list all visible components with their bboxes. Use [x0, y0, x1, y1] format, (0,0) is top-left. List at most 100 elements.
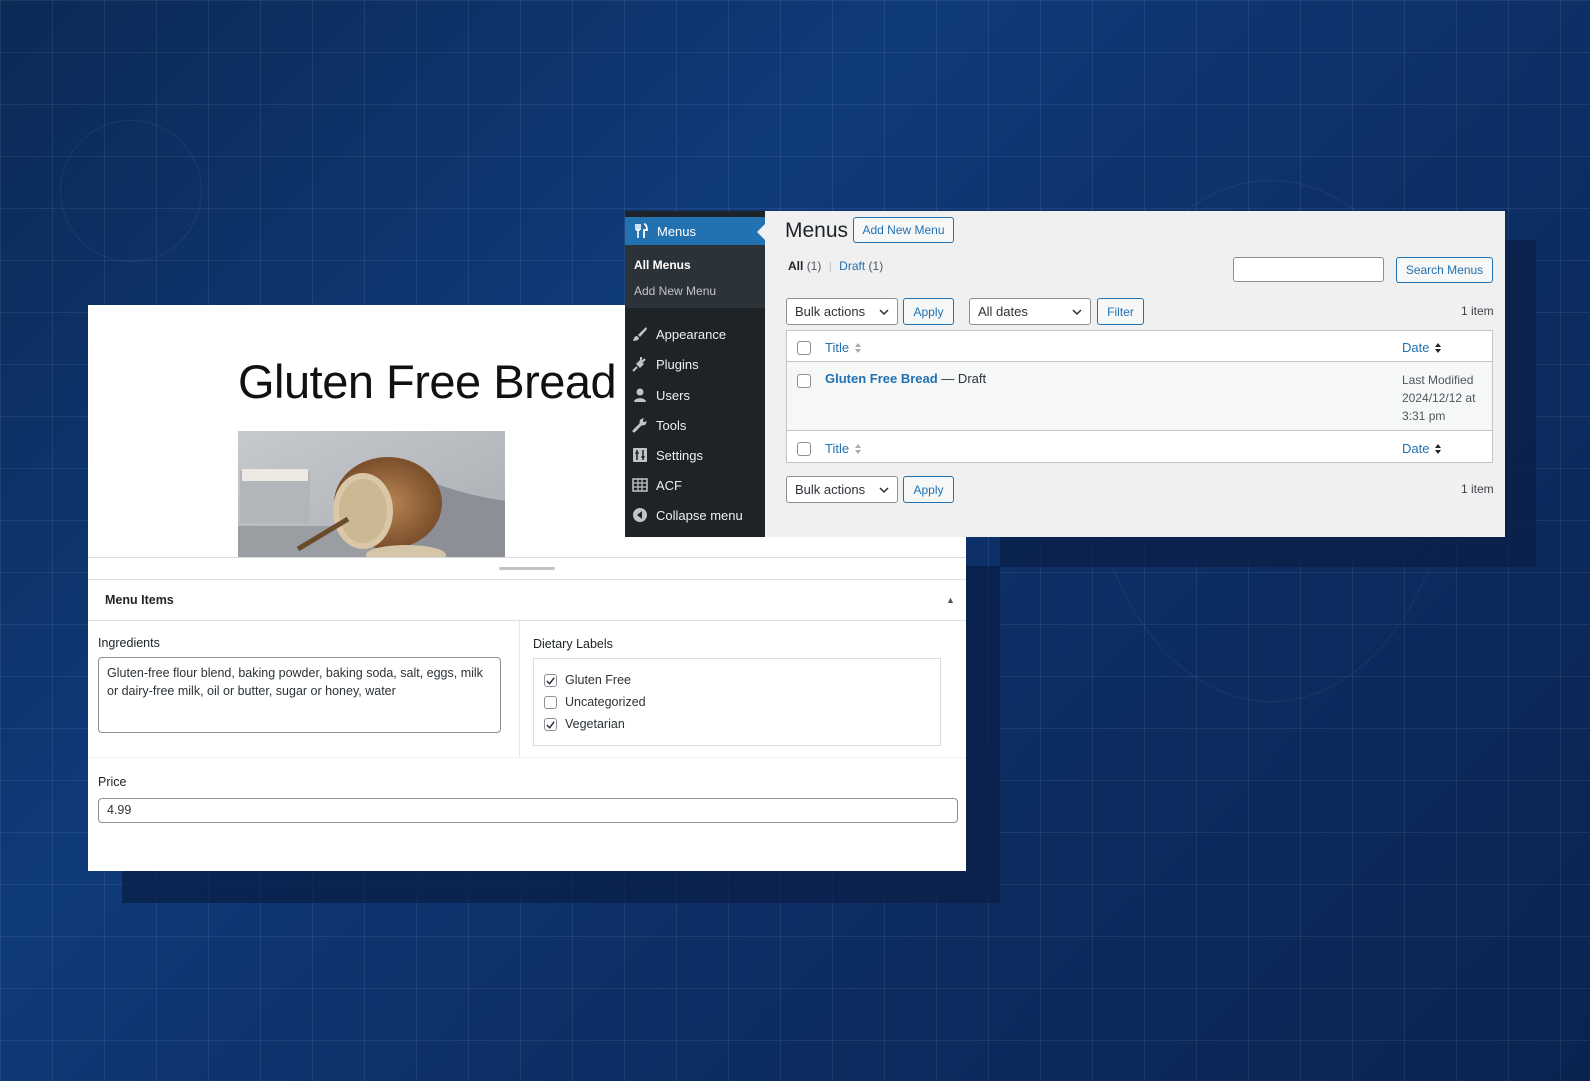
checkbox-checked[interactable] — [544, 673, 557, 687]
row-date: Last Modified 2024/12/12 at 3:31 pm — [1402, 371, 1492, 425]
sidebar-item-label: Collapse menu — [656, 507, 743, 523]
sidebar-item-label: Tools — [656, 417, 687, 433]
sidebar-item-menus[interactable]: Menus — [625, 217, 765, 245]
sidebar-item-users[interactable]: Users — [632, 387, 690, 403]
resize-handle[interactable] — [499, 567, 555, 570]
sidebar-item-appearance[interactable]: Appearance — [632, 326, 726, 342]
sidebar-item-tools[interactable]: Tools — [632, 417, 686, 433]
sidebar-item-plugins[interactable]: Plugins — [632, 356, 699, 372]
collapse-icon — [632, 507, 648, 523]
metabox-header[interactable] — [88, 579, 966, 621]
price-label: Price — [98, 775, 127, 789]
sort-icon — [855, 443, 862, 454]
filter-all[interactable]: All — [788, 259, 803, 273]
item-count-bottom: 1 item — [1461, 482, 1494, 496]
search-input[interactable] — [1233, 257, 1384, 282]
search-menus-button[interactable]: Search Menus — [1396, 257, 1493, 283]
sliders-icon — [632, 447, 648, 463]
check-icon — [546, 676, 555, 685]
checkbox-checked[interactable] — [544, 717, 557, 731]
chevron-down-icon — [879, 487, 889, 494]
apply-button-bottom[interactable]: Apply — [903, 476, 954, 503]
sidebar-collapse-menu[interactable]: Collapse menu — [632, 507, 743, 523]
column-header-title[interactable]: Title — [825, 340, 862, 355]
post-title[interactable]: Gluten Free Bread — [238, 354, 617, 409]
dates-filter-select[interactable]: All dates — [969, 298, 1091, 325]
column-footer-title[interactable]: Title — [825, 441, 862, 456]
price-field[interactable]: 4.99 — [98, 798, 958, 823]
submenu-add-new-menu[interactable]: Add New Menu — [634, 284, 716, 298]
checkbox-row-vegetarian[interactable]: Vegetarian — [544, 717, 625, 731]
column-divider — [519, 619, 520, 757]
check-icon — [546, 720, 555, 729]
sidebar-item-label: ACF — [656, 477, 682, 493]
field-separator — [88, 757, 966, 758]
chevron-down-icon — [1072, 309, 1082, 316]
row-title: Gluten Free Bread — Draft — [825, 371, 986, 386]
wrench-icon — [632, 417, 648, 433]
dietary-labels-label: Dietary Labels — [533, 637, 613, 651]
add-new-menu-button[interactable]: Add New Menu — [853, 217, 954, 243]
active-menu-arrow — [757, 224, 765, 240]
column-label: Title — [825, 441, 850, 456]
column-label: Title — [825, 340, 850, 355]
sort-icon — [1435, 443, 1442, 454]
checkbox-label: Uncategorized — [565, 695, 646, 709]
date-day: 2024/12/12 at — [1402, 391, 1476, 405]
item-count-top: 1 item — [1461, 304, 1494, 318]
sidebar-item-label: Settings — [656, 447, 703, 463]
date-status: Last Modified — [1402, 373, 1474, 387]
metabox-title: Menu Items — [105, 593, 174, 607]
select-value: Bulk actions — [795, 482, 866, 497]
checkbox-unchecked[interactable] — [544, 695, 557, 709]
select-value: Bulk actions — [795, 304, 866, 319]
select-all-checkbox[interactable] — [797, 341, 811, 355]
sort-icon — [855, 342, 862, 353]
plug-icon — [632, 356, 648, 372]
bread-image[interactable] — [238, 431, 505, 557]
sidebar-item-acf[interactable]: ACF — [632, 477, 682, 493]
sidebar-submenu — [625, 245, 765, 308]
row-state: — Draft — [937, 371, 987, 386]
background-circle — [60, 120, 202, 262]
sidebar-item-settings[interactable]: Settings — [632, 447, 703, 463]
user-icon — [632, 387, 648, 403]
filter-draft-count: (1) — [868, 259, 884, 273]
sidebar-item-label: Menus — [657, 223, 697, 239]
sidebar-item-label: Plugins — [656, 356, 699, 372]
page-title: Menus — [785, 219, 849, 242]
select-all-checkbox-footer[interactable] — [797, 442, 811, 456]
column-label: Date — [1402, 340, 1430, 355]
paintbrush-icon — [632, 326, 648, 342]
filter-draft[interactable]: Draft — [839, 259, 865, 273]
column-label: Date — [1402, 441, 1430, 456]
filter-separator: | — [828, 259, 832, 273]
chevron-down-icon — [879, 309, 889, 316]
ingredients-field[interactable]: Gluten-free flour blend, baking powder, … — [98, 657, 501, 733]
filter-button[interactable]: Filter — [1097, 298, 1144, 325]
row-checkbox[interactable] — [797, 374, 811, 388]
checkbox-label: Gluten Free — [565, 673, 632, 687]
collapse-toggle-icon[interactable]: ▲ — [946, 595, 955, 605]
date-time: 3:31 pm — [1402, 409, 1446, 423]
column-footer-date[interactable]: Date — [1402, 441, 1442, 456]
status-filter-links: All (1) | Draft (1) — [788, 259, 883, 273]
ingredients-label: Ingredients — [98, 636, 160, 650]
submenu-all-menus[interactable]: All Menus — [634, 258, 691, 272]
grid-icon — [632, 477, 648, 493]
utensils-icon — [633, 223, 649, 239]
filter-all-count: (1) — [806, 259, 822, 273]
sort-icon — [1435, 342, 1442, 353]
row-title-link[interactable]: Gluten Free Bread — [825, 371, 938, 386]
checkbox-label: Vegetarian — [565, 717, 625, 731]
checkbox-row-gluten-free[interactable]: Gluten Free — [544, 673, 631, 687]
bulk-actions-select-bottom[interactable]: Bulk actions — [786, 476, 898, 503]
sidebar-item-label: Users — [656, 387, 690, 403]
bulk-actions-select-top[interactable]: Bulk actions — [786, 298, 898, 325]
column-header-date[interactable]: Date — [1402, 340, 1442, 355]
table-footer-border — [786, 430, 1493, 431]
select-value: All dates — [978, 304, 1028, 319]
checkbox-row-uncategorized[interactable]: Uncategorized — [544, 695, 646, 709]
apply-button-top[interactable]: Apply — [903, 298, 954, 325]
sidebar-item-label: Appearance — [656, 326, 727, 342]
